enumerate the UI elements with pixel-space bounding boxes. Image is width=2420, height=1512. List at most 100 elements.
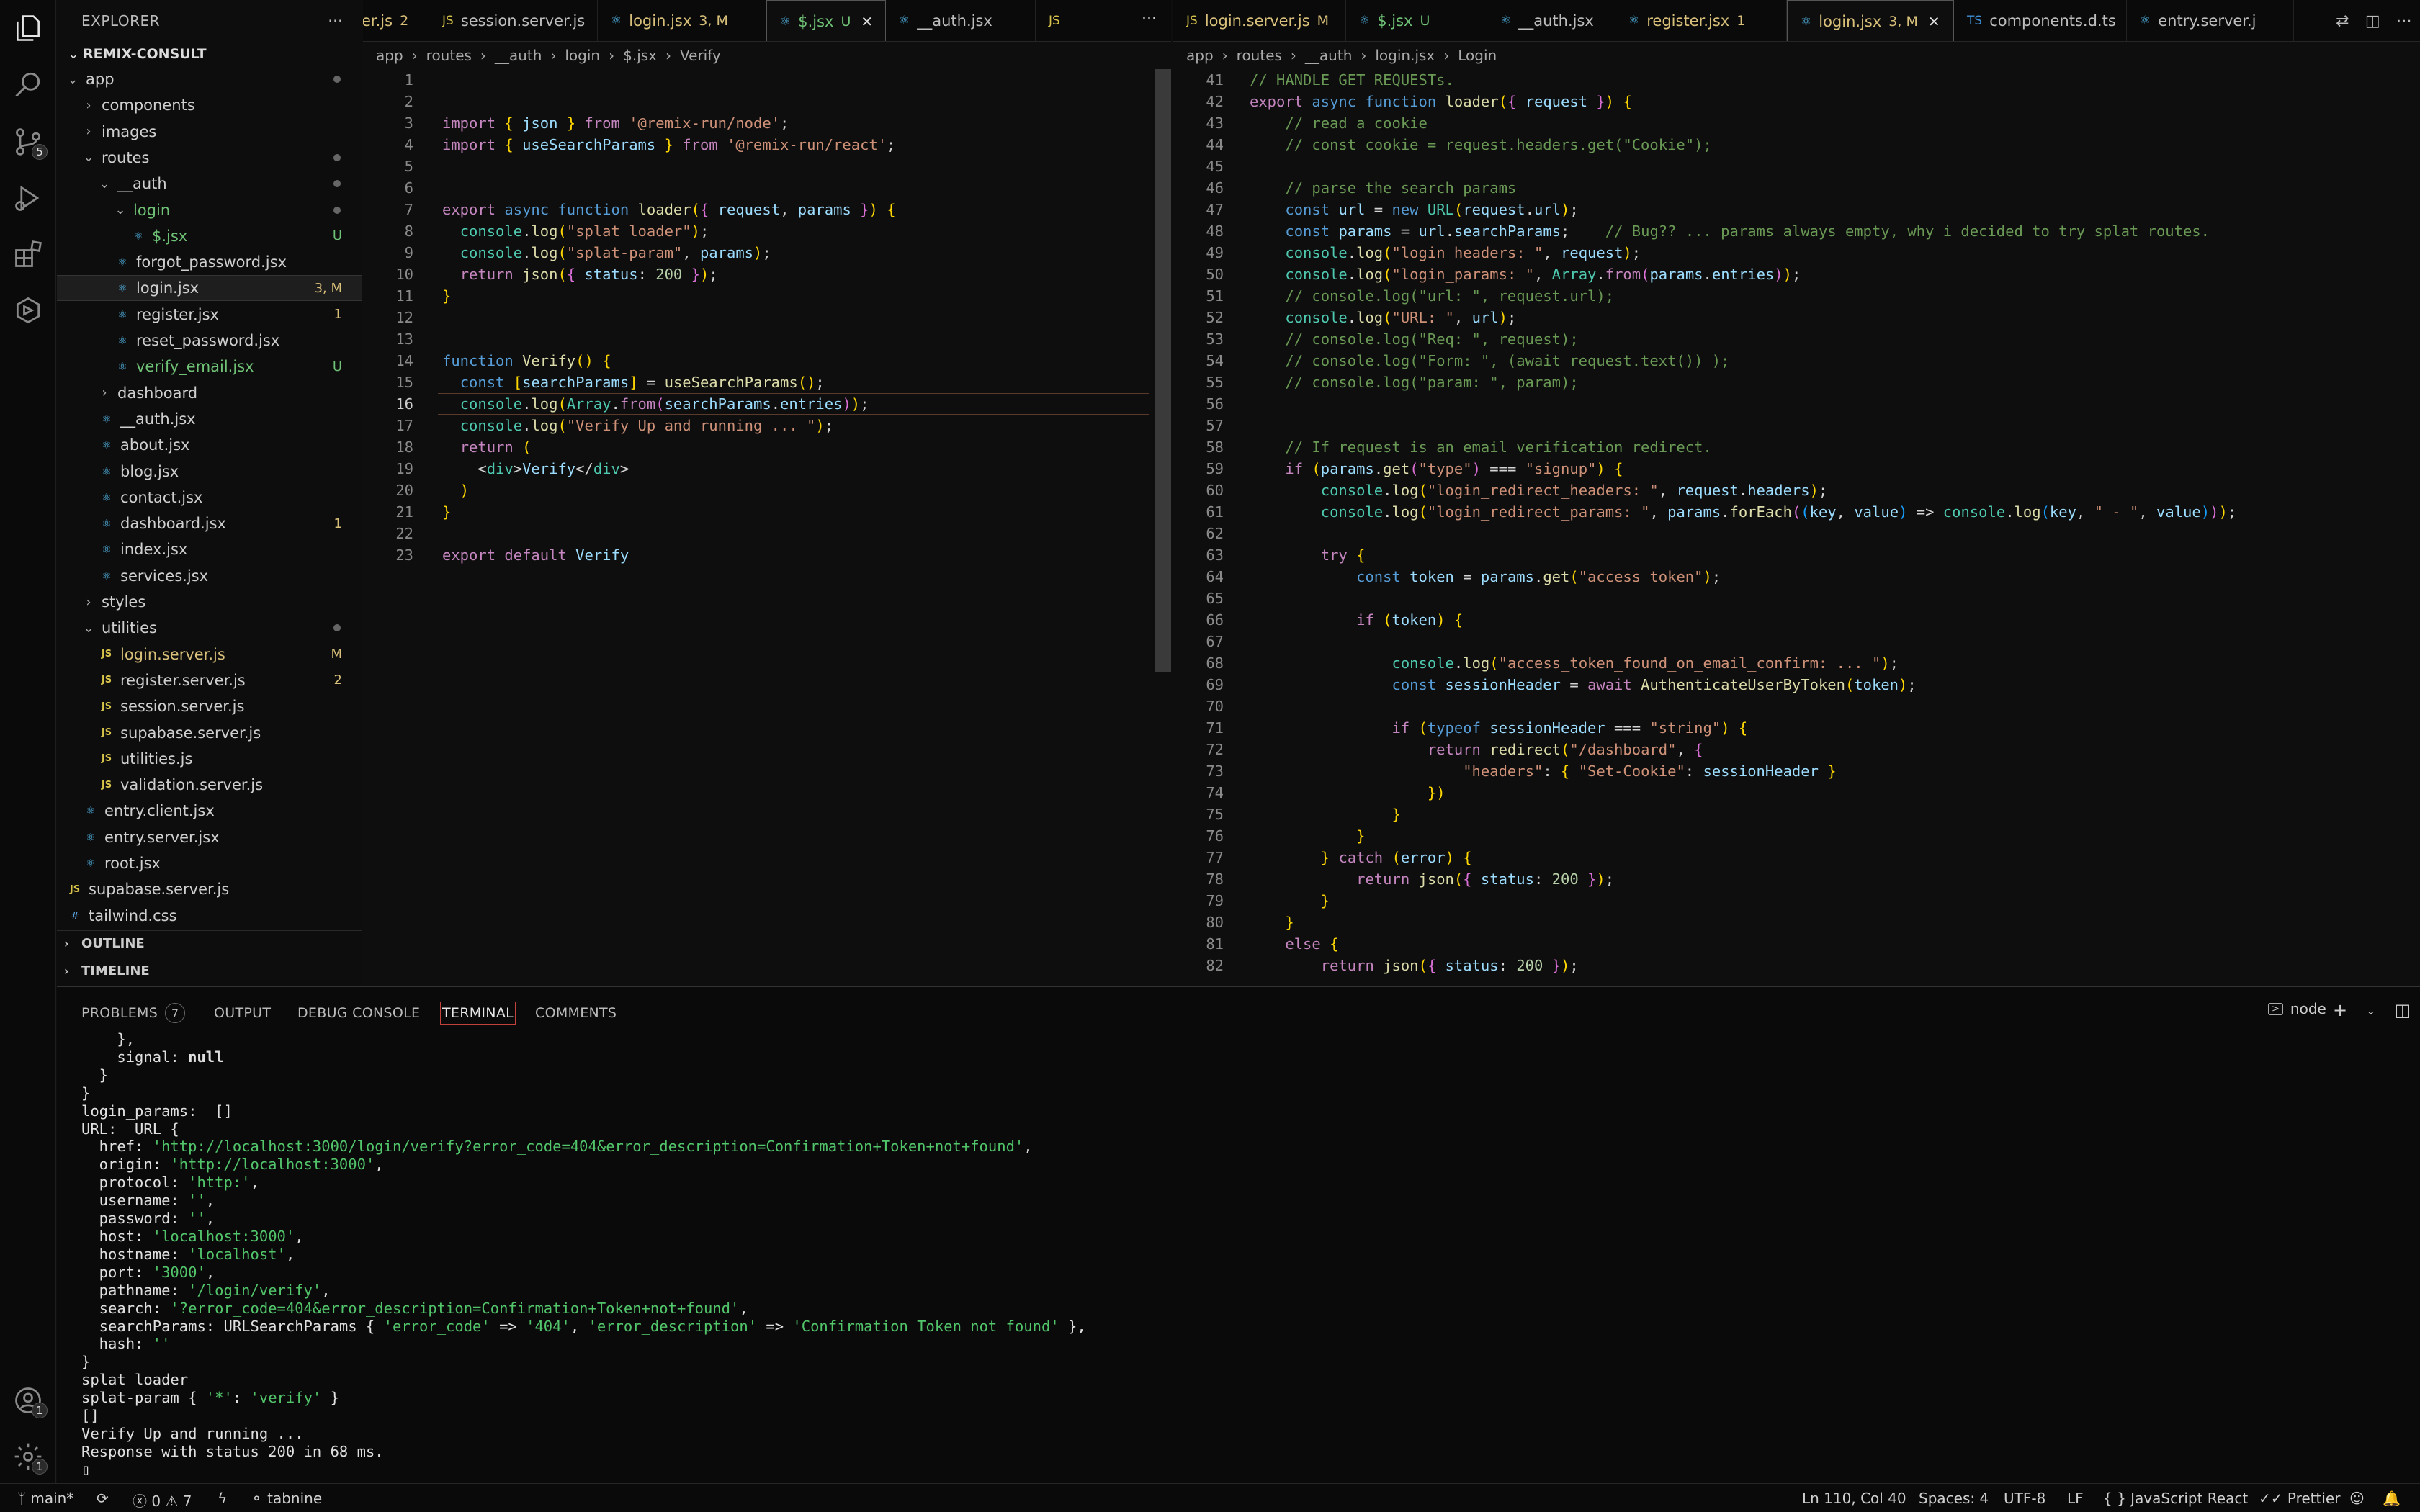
tree-folder[interactable]: ⌄ login	[57, 197, 362, 223]
tree-file[interactable]: # tailwind.css	[57, 903, 362, 929]
tree-folder[interactable]: › components	[57, 92, 362, 118]
breadcrumb-item[interactable]: app	[1186, 47, 1214, 64]
tree-folder[interactable]: ⌄ app	[57, 66, 362, 92]
right-code-area[interactable]: 41 // HANDLE GET REQUESTs. 42 export async …	[1173, 69, 2420, 986]
remote-explorer-icon[interactable]	[10, 292, 46, 328]
run-debug-icon[interactable]	[10, 180, 46, 216]
language-mode[interactable]: { } JavaScript React	[2103, 1490, 2248, 1507]
tree-file[interactable]: ⚛ __auth.jsx	[57, 406, 362, 432]
more-actions-icon[interactable]: ⋯	[2396, 12, 2412, 30]
tree-file[interactable]: ⚛ index.jsx	[57, 536, 362, 562]
tree-file[interactable]: ⚛ forgot_password.jsx	[57, 249, 362, 275]
split-terminal-icon[interactable]: ◫	[2395, 1000, 2411, 1020]
tree-file[interactable]: ⚛ entry.server.jsx	[57, 824, 362, 850]
editor-tab[interactable]: ⚛ login.jsx 3, M	[598, 0, 766, 41]
tree-file[interactable]: ⚛ login.jsx 3, M	[57, 275, 362, 302]
terminal-shell-selector[interactable]: > node	[2268, 1000, 2326, 1017]
tree-file[interactable]: ⚛ reset_password.jsx	[57, 328, 362, 354]
tree-folder[interactable]: › images	[57, 119, 362, 145]
lightning-icon[interactable]: ϟ	[218, 1490, 227, 1507]
encoding[interactable]: UTF-8	[2004, 1490, 2045, 1507]
bell-icon[interactable]: 🔔	[2383, 1490, 2401, 1507]
editor-tab[interactable]: JS	[1036, 0, 1093, 41]
tree-file[interactable]: JS validation.server.js	[57, 772, 362, 798]
tab-problems[interactable]: PROBLEMS 7	[81, 1002, 186, 1025]
editor-tab[interactable]: ⚛ __auth.jsx	[1487, 0, 1615, 41]
tree-folder[interactable]: ⌄ utilities	[57, 615, 362, 641]
scrollbar[interactable]	[1155, 69, 1171, 672]
editor-tab[interactable]: TS components.d.ts	[1954, 0, 2127, 41]
tree-file[interactable]: JS login.server.js M	[57, 642, 362, 667]
source-control-icon[interactable]: 5	[10, 124, 48, 160]
tree-file[interactable]: JS supabase.server.js	[57, 720, 362, 746]
editor-tab[interactable]: ⚛ login.jsx 3, M ✕	[1787, 0, 1954, 41]
cursor-position[interactable]: Ln 110, Col 40	[1802, 1490, 1906, 1507]
tab-terminal[interactable]: TERMINAL	[440, 1002, 516, 1025]
tree-file[interactable]: ⚛ verify_email.jsx U	[57, 354, 362, 379]
tree-file[interactable]: ⚛ $.jsx U	[57, 223, 362, 249]
editor-tab[interactable]: er.js 2	[363, 0, 429, 41]
tree-file[interactable]: ⚛ contact.jsx	[57, 485, 362, 510]
split-editor-icon[interactable]: ◫	[2365, 12, 2380, 30]
add-terminal-icon[interactable]: +	[2333, 1000, 2347, 1020]
editor-tab[interactable]: ⚛ register.jsx 1	[1615, 0, 1787, 41]
tree-file[interactable]: JS register.server.js 2	[57, 667, 362, 693]
close-icon[interactable]: ✕	[861, 13, 873, 30]
timeline-section[interactable]: › TIMELINE	[57, 958, 362, 984]
tree-file[interactable]: ⚛ dashboard.jsx 1	[57, 510, 362, 536]
chevron-down-icon[interactable]: ⌄	[2366, 1004, 2375, 1017]
breadcrumb-item[interactable]: routes	[426, 47, 472, 64]
tree-folder[interactable]: › styles	[57, 589, 362, 615]
editor-tab[interactable]: ⚛ $.jsx U ✕	[766, 0, 886, 41]
account-icon[interactable]: 1	[10, 1382, 48, 1418]
left-code-area[interactable]: 1 2 3 import { json } from '@remix-run/node…	[363, 69, 1171, 986]
feedback-icon[interactable]: ☺	[2349, 1490, 2365, 1507]
tab-output[interactable]: OUTPUT	[214, 1002, 271, 1025]
breadcrumb-item[interactable]: Verify	[680, 47, 721, 64]
tabs-more-button[interactable]: ···	[1142, 10, 1157, 28]
search-icon[interactable]	[10, 66, 46, 102]
breadcrumb-item[interactable]: login	[565, 47, 600, 64]
tab-debug-console[interactable]: DEBUG CONSOLE	[297, 1002, 420, 1025]
compare-icon[interactable]: ⇄	[2336, 12, 2349, 30]
editor-tab[interactable]: ⚛ entry.server.j	[2127, 0, 2294, 41]
line-endings[interactable]: LF	[2067, 1490, 2084, 1507]
branch-indicator[interactable]: ᛘ main*	[17, 1490, 73, 1507]
breadcrumb-item[interactable]: login.jsx	[1375, 47, 1435, 64]
explorer-icon[interactable]	[10, 10, 46, 46]
tree-folder[interactable]: › dashboard	[57, 380, 362, 406]
tree-file[interactable]: ⚛ root.jsx	[57, 850, 362, 876]
tabnine-indicator[interactable]: ⚬ tabnine	[251, 1490, 322, 1507]
project-root[interactable]: ⌄ REMIX-CONSULT	[57, 42, 362, 66]
tree-file[interactable]: JS session.server.js	[57, 693, 362, 719]
breadcrumb-item[interactable]: Login	[1458, 47, 1497, 64]
tree-file[interactable]: ⚛ register.jsx 1	[57, 302, 362, 328]
breadcrumb-item[interactable]: __auth	[495, 47, 542, 64]
tree-file[interactable]: JS supabase.server.js	[57, 876, 362, 902]
breadcrumb-item[interactable]: __auth	[1305, 47, 1352, 64]
editor-tab[interactable]: ⚛ __auth.jsx	[886, 0, 1036, 41]
tree-file[interactable]: ⚛ entry.client.jsx	[57, 798, 362, 824]
breadcrumb-item[interactable]: routes	[1237, 47, 1282, 64]
explorer-more-button[interactable]: ···	[328, 12, 343, 30]
problems-indicator[interactable]: ⓧ 0 ⚠ 7	[133, 1490, 192, 1511]
tree-file[interactable]: ⚛ services.jsx	[57, 563, 362, 589]
terminal-output[interactable]: }, signal: null }} login_params: [] URL: U…	[81, 1030, 1086, 1479]
breadcrumb-item[interactable]: app	[376, 47, 403, 64]
tree-folder[interactable]: ⌄ __auth	[57, 171, 362, 197]
breadcrumb-item[interactable]: $.jsx	[623, 47, 657, 64]
settings-gear-icon[interactable]: 1	[10, 1439, 48, 1475]
editor-tab[interactable]: JS session.server.js	[429, 0, 598, 41]
extensions-icon[interactable]	[10, 236, 46, 272]
tree-file[interactable]: ⚛ about.jsx	[57, 432, 362, 458]
tree-file[interactable]: ⚛ blog.jsx	[57, 459, 362, 485]
prettier-indicator[interactable]: ✓✓ Prettier	[2259, 1490, 2340, 1507]
tree-folder[interactable]: ⌄ routes	[57, 145, 362, 171]
editor-tab[interactable]: JS login.server.js M	[1173, 0, 1346, 41]
outline-section[interactable]: › OUTLINE	[57, 930, 362, 956]
close-icon[interactable]: ✕	[1928, 13, 1940, 30]
tab-comments[interactable]: COMMENTS	[535, 1002, 617, 1025]
editor-tab[interactable]: ⚛ $.jsx U	[1346, 0, 1487, 41]
indentation[interactable]: Spaces: 4	[1919, 1490, 1989, 1507]
sync-icon[interactable]: ⟳	[97, 1490, 109, 1507]
